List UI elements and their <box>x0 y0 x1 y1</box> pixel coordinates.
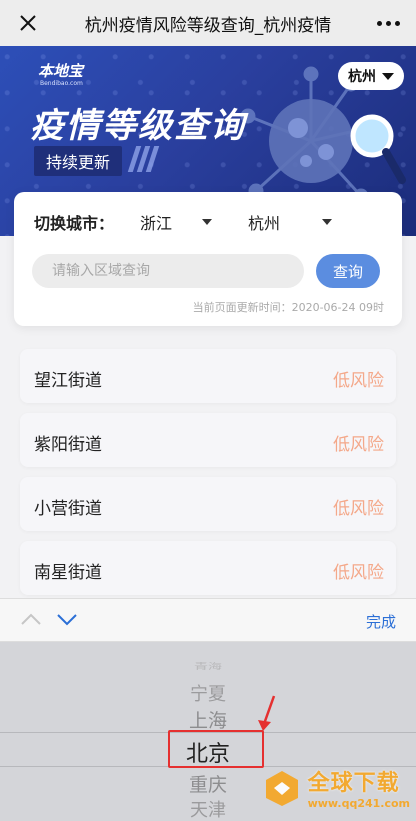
chevron-down-icon[interactable] <box>56 611 78 627</box>
city-pill-label: 杭州 <box>348 69 376 85</box>
city-switch-pill[interactable]: 杭州 <box>338 62 404 90</box>
magnifier-icon <box>350 114 406 184</box>
region-search-input[interactable] <box>32 254 304 288</box>
street-name: 紫阳街道 <box>34 435 102 455</box>
highlight-box <box>168 730 264 768</box>
done-button[interactable]: 完成 <box>366 611 396 632</box>
picker-option[interactable]: 上海 <box>0 706 416 733</box>
close-button[interactable] <box>0 0 56 46</box>
logo-subtext: Bendibao.com <box>40 80 83 87</box>
picker-option[interactable]: 青海 <box>0 661 416 672</box>
city-value: 杭州 <box>248 214 281 233</box>
close-icon <box>20 15 36 31</box>
top-bar: 杭州疫情风险等级查询_杭州疫情 <box>0 0 416 46</box>
dropdown-arrow-icon <box>202 219 213 225</box>
tag-stripes <box>127 146 160 172</box>
list-item[interactable]: 紫阳街道 低风险 <box>20 413 396 467</box>
chevron-up-icon[interactable] <box>20 611 42 627</box>
page-title: 杭州疫情风险等级查询_杭州疫情 <box>84 15 332 36</box>
list-item[interactable]: 望江街道 低风险 <box>20 349 396 403</box>
bendibao-logo: 本地宝 <box>38 62 84 80</box>
dropdown-arrow-icon <box>322 219 333 225</box>
watermark-logo-icon <box>265 770 298 806</box>
street-name: 小营街道 <box>34 499 102 519</box>
list-item[interactable]: 小营街道 低风险 <box>20 477 396 531</box>
more-menu-button[interactable] <box>360 0 416 46</box>
update-tag: 持续更新 <box>34 146 123 176</box>
list-item[interactable]: 南星街道 低风险 <box>20 541 396 595</box>
update-time: 当前页面更新时间：2020-06-24 09时 <box>192 301 384 314</box>
city-filter-card: 切换城市： 浙江 杭州 查询 当前页面更新时间：2020-06-24 09时 <box>14 192 402 326</box>
risk-level: 低风险 <box>333 563 384 583</box>
picker-toolbar: 完成 <box>0 598 416 642</box>
watermark-title: 全球下载 <box>307 771 400 796</box>
watermark: 全球下载 www.qq241.com <box>262 765 410 810</box>
watermark-url: www.qq241.com <box>307 797 410 810</box>
switch-city-label: 切换城市： <box>34 214 115 233</box>
risk-level: 低风险 <box>333 499 384 519</box>
province-value: 浙江 <box>140 214 173 233</box>
red-arrow-icon <box>258 695 276 731</box>
more-dots-icon <box>376 20 382 26</box>
street-name: 望江街道 <box>34 371 102 391</box>
street-name: 南星街道 <box>34 563 102 583</box>
risk-level: 低风险 <box>333 435 384 455</box>
query-button[interactable]: 查询 <box>316 254 380 288</box>
picker-option[interactable]: 宁夏 <box>0 680 416 706</box>
banner-title: 疫情等级查询 <box>30 106 246 146</box>
city-select[interactable]: 杭州 <box>248 210 333 234</box>
triangle-down-icon <box>382 72 394 80</box>
risk-level: 低风险 <box>333 371 384 391</box>
province-select[interactable]: 浙江 <box>140 210 213 234</box>
